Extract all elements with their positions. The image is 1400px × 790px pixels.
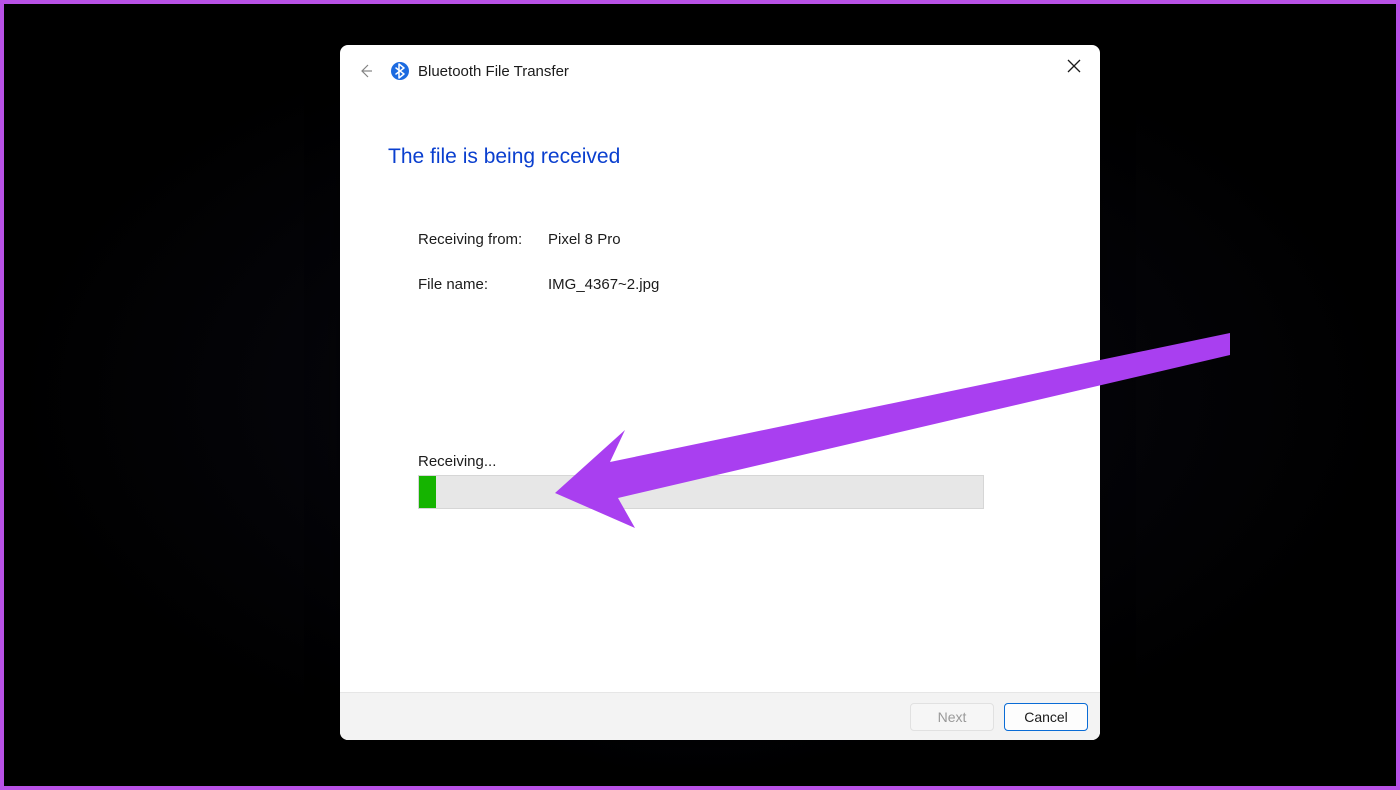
next-button: Next [910,703,994,731]
dialog-footer: Next Cancel [340,692,1100,740]
progress-bar [418,475,984,509]
receiving-from-row: Receiving from: Pixel 8 Pro [388,231,1052,248]
receiving-from-label: Receiving from: [418,231,548,248]
bluetooth-icon [390,61,410,81]
dialog-heading: The file is being received [388,145,1052,169]
cancel-button[interactable]: Cancel [1004,703,1088,731]
back-button[interactable] [352,57,380,85]
progress-label: Receiving... [418,453,1052,470]
progress-section: Receiving... [388,453,1052,509]
progress-fill [419,476,436,508]
file-name-value: IMG_4367~2.jpg [548,276,659,293]
close-icon [1067,59,1081,73]
arrow-left-icon [358,63,374,79]
dialog-title: Bluetooth File Transfer [418,63,569,80]
dialog-titlebar: Bluetooth File Transfer [340,45,1100,97]
receiving-from-value: Pixel 8 Pro [548,231,621,248]
bluetooth-transfer-dialog: Bluetooth File Transfer The file is bein… [340,45,1100,740]
dialog-body: The file is being received Receiving fro… [340,97,1100,692]
file-name-row: File name: IMG_4367~2.jpg [388,276,1052,293]
file-name-label: File name: [418,276,548,293]
close-button[interactable] [1054,51,1094,81]
